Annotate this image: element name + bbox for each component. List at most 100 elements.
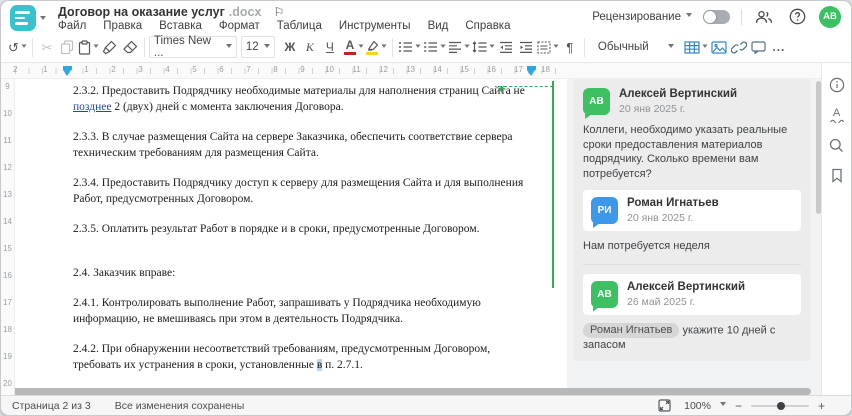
zoom-slider[interactable] [750, 401, 809, 410]
font-color-button[interactable]: А [343, 35, 365, 59]
track-changes-toggle[interactable] [703, 9, 730, 24]
flag-icon[interactable]: ⚐ [273, 5, 284, 19]
spellcheck-icon[interactable]: А [826, 105, 848, 125]
comment-reply[interactable]: АВ Алексей Вертинский 26 май 2025 г. [583, 273, 801, 315]
undo-button[interactable]: ↻ [7, 35, 28, 59]
decrease-indent-button[interactable] [496, 35, 516, 59]
insert-link-button[interactable] [729, 35, 749, 59]
align-left-button[interactable] [447, 35, 471, 59]
insert-table-button[interactable] [683, 35, 709, 59]
clear-style-eraser-icon[interactable] [120, 35, 140, 59]
ruler-number: 7 [246, 65, 251, 74]
comment-text: Роман Игнатьев укажите 10 дней с запасом [583, 322, 776, 351]
user-avatar[interactable]: АВ [819, 5, 841, 28]
paragraph-style-select[interactable]: Обычный [593, 36, 679, 58]
ruler-number: 1 [84, 65, 89, 74]
font-size-select[interactable]: 12 [240, 36, 275, 58]
left-indent-marker[interactable] [63, 66, 72, 76]
copy-button[interactable] [57, 35, 77, 59]
ruler-number: 12 [379, 65, 388, 74]
font-name-select[interactable]: Times New ... [148, 35, 237, 59]
status-bar: Страница 2 из 3 Все изменения сохранены … [1, 395, 851, 415]
menu-item[interactable]: Справка [465, 20, 510, 32]
right-indent-marker[interactable] [527, 66, 536, 76]
ruler-number: 3 [138, 65, 143, 74]
menu-item[interactable]: Инструменты [339, 20, 411, 32]
line-spacing-button[interactable] [471, 35, 496, 59]
review-mode-button[interactable]: Рецензирование [592, 11, 692, 23]
user-mention-badge[interactable]: Роман Игнатьев [583, 322, 680, 338]
horizontal-ruler[interactable]: 2 1 1 2 3 4 5 6 7 8 9 10 11 12 13 14 15 16 17 18 [1, 63, 823, 79]
comment-thread[interactable]: АВ Алексей Вертинский 20 янв 2025 г. Кол… [573, 79, 811, 361]
header-controls: Рецензирование АВ [592, 1, 841, 32]
ruler-number: 17 [3, 298, 12, 307]
ruler-number: 9 [300, 65, 305, 74]
bookmark-icon[interactable] [826, 165, 848, 185]
vertical-ruler-numbers: 9 10 11 12 13 14 15 16 17 18 19 20 [1, 73, 14, 397]
document-title-text: Договор на оказание услуг [58, 5, 225, 19]
toolbar-more-button[interactable]: ... [769, 35, 789, 59]
menu-item[interactable]: Вид [428, 20, 449, 32]
fit-to-width-icon[interactable] [653, 396, 675, 416]
ruler-number: 18 [541, 65, 550, 74]
bullet-list-button[interactable] [397, 35, 422, 59]
zoom-out-button[interactable]: − [735, 399, 742, 413]
comment-avatar: АВ [583, 88, 610, 115]
collaboration-users-icon[interactable] [753, 7, 775, 27]
document-page[interactable]: 2.3.2. Предоставить Подрядчику необходим… [15, 79, 567, 401]
logo-menu-caret-icon[interactable] [40, 16, 46, 23]
paragraph: 2.3.4. Предоставить Подрядчику доступ к … [73, 177, 524, 205]
ruler-number: 11 [3, 136, 12, 145]
comment-text: Нам потребуется неделя [583, 240, 710, 252]
comment-divider [583, 263, 801, 265]
app-logo-icon[interactable] [10, 5, 36, 31]
ruler-number: 8 [273, 65, 278, 74]
page-indicator[interactable]: Страница 2 из 3 [12, 400, 91, 412]
document-info-icon[interactable] [826, 75, 848, 95]
ruler-numbers: 1 2 3 4 5 6 7 8 9 10 11 12 13 14 15 16 17 18 [73, 65, 559, 74]
review-caret-icon [686, 13, 692, 20]
zoom-level[interactable]: 100% [684, 400, 711, 412]
zoom-slider-knob[interactable] [776, 401, 785, 410]
cut-button[interactable]: ✂ [37, 35, 57, 59]
paragraph: 2.4.2. При обнаружении несоответствий тр… [73, 343, 491, 371]
ruler-number: 4 [165, 65, 170, 74]
ruler-number: 15 [3, 244, 12, 253]
ruler-number: 13 [406, 65, 415, 74]
menu-item[interactable]: Файл [58, 20, 86, 32]
menu-item[interactable]: Вставка [159, 20, 202, 32]
header: Договор на оказание услуг .docx ⚐ Файл Пра… [1, 1, 851, 32]
comment-avatar: РИ [591, 197, 618, 224]
increase-indent-button[interactable] [516, 35, 536, 59]
zoom-in-button[interactable]: + [818, 399, 825, 413]
comment-anchor-line [499, 86, 553, 87]
insert-comment-button[interactable] [749, 35, 769, 59]
comment-author: Алексей Вертинский [627, 280, 746, 293]
search-icon[interactable] [826, 135, 848, 155]
menu-item[interactable]: Таблица [277, 20, 322, 32]
ruler-number: 2 [111, 65, 116, 74]
insert-image-button[interactable] [709, 35, 729, 59]
document-title: Договор на оказание услуг .docx ⚐ [58, 5, 284, 19]
paragraph-shading-button[interactable] [536, 35, 560, 59]
divider [741, 8, 742, 25]
zoom-caret-icon[interactable] [719, 402, 726, 409]
ruler-number: 13 [3, 190, 12, 199]
comment-reply[interactable]: РИ Роман Игнатьев 20 янв 2025 г. [583, 190, 801, 231]
paste-button[interactable] [77, 35, 100, 59]
help-icon[interactable] [786, 7, 808, 27]
numbered-list-button[interactable] [422, 35, 447, 59]
ruler-number: 6 [219, 65, 224, 74]
underline-button[interactable]: Ч [320, 35, 340, 59]
paragraph: 2.3.3. В случае размещения Сайта на серв… [73, 131, 513, 159]
menu-item[interactable]: Правка [103, 20, 142, 32]
horizontal-scrollbar[interactable] [3, 388, 811, 395]
menu-item[interactable]: Формат [219, 20, 260, 32]
italic-button[interactable]: К [300, 35, 320, 59]
bold-button[interactable]: Ж [280, 35, 300, 59]
highlight-color-button[interactable] [365, 35, 388, 59]
nonprinting-chars-button[interactable]: ¶ [560, 35, 580, 59]
ruler-number: 1 [43, 65, 48, 74]
format-painter-icon[interactable] [100, 35, 120, 59]
comment-avatar: АВ [591, 280, 618, 308]
